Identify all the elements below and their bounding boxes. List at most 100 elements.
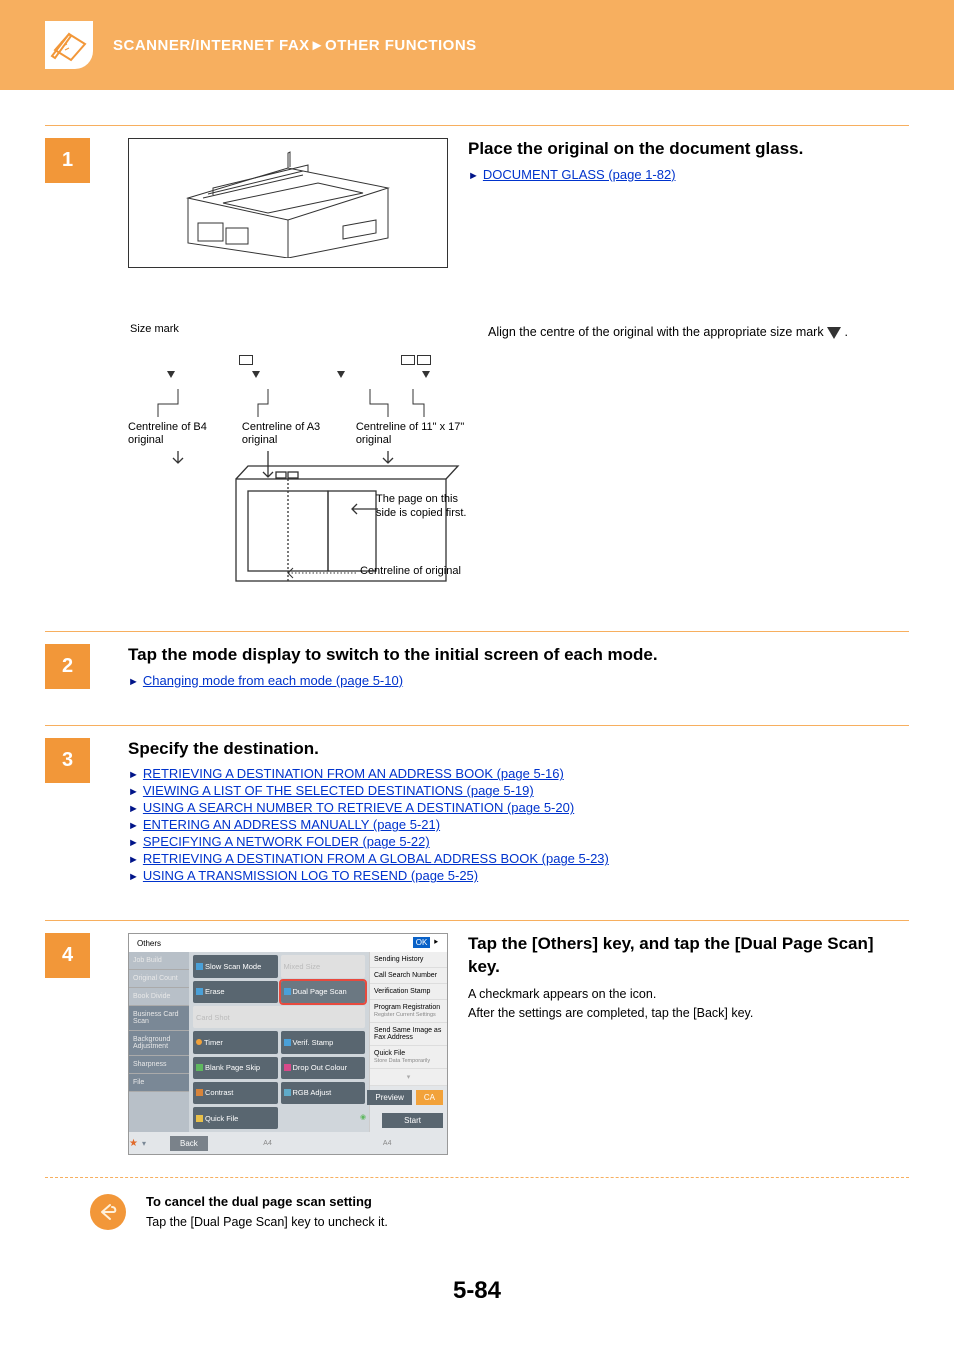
page-number: 5-84: [45, 1277, 909, 1305]
tab-business-card[interactable]: Business Card Scan: [129, 1006, 189, 1031]
paper-a4-2: A4: [327, 1140, 447, 1147]
erase-button[interactable]: Erase: [193, 981, 278, 1003]
left-tabs: Job Build Original Count Book Divide Bus…: [129, 952, 189, 1132]
divider: [45, 125, 909, 126]
step2-title: Tap the mode display to switch to the in…: [128, 644, 909, 667]
quickfile-icon: [196, 1115, 203, 1122]
panel-title: Others: [137, 939, 161, 948]
divider: [45, 631, 909, 632]
globe-icon: ◉: [360, 1113, 366, 1128]
header-bar: SCANNER/INTERNET FAX►OTHER FUNCTIONS: [0, 0, 954, 90]
tab-book-divide[interactable]: Book Divide: [129, 988, 189, 1006]
step3-title: Specify the destination.: [128, 738, 909, 761]
breadcrumb: SCANNER/INTERNET FAX►OTHER FUNCTIONS: [113, 37, 477, 54]
printer-illustration: [128, 138, 448, 268]
step3-link-1[interactable]: VIEWING A LIST OF THE SELECTED DESTINATI…: [143, 783, 534, 798]
paper-a4-1: A4: [208, 1140, 328, 1147]
expand-icon[interactable]: ⯈: [433, 938, 439, 947]
triangle-icon: ►: [128, 871, 139, 883]
triangle-icon: ►: [128, 769, 139, 781]
verification-stamp[interactable]: Verification Stamp: [370, 984, 447, 1000]
step3-link-5[interactable]: RETRIEVING A DESTINATION FROM A GLOBAL A…: [143, 851, 609, 866]
step4-title: Tap the [Others] key, and tap the [Dual …: [468, 933, 909, 979]
divider: [45, 920, 909, 921]
triangle-icon: ►: [128, 820, 139, 832]
mixed-size-button[interactable]: Mixed Size: [281, 955, 366, 977]
tab-original-count[interactable]: Original Count: [129, 970, 189, 988]
step1-title: Place the original on the document glass…: [468, 138, 909, 161]
preview-button[interactable]: Preview: [367, 1090, 411, 1105]
dual-page-icon: [284, 988, 291, 995]
centreline-a3-label: Centreline of A3 original: [242, 421, 354, 447]
triangle-down-icon: [827, 327, 841, 339]
step3-link-4[interactable]: SPECIFYING A NETWORK FOLDER (page 5-22): [143, 834, 430, 849]
step3-link-3[interactable]: ENTERING AN ADDRESS MANUALLY (page 5-21): [143, 817, 440, 832]
tab-background[interactable]: Background Adjustment: [129, 1031, 189, 1056]
doc-icon: [196, 963, 203, 970]
centreline-b4-label: Centreline of B4 original: [128, 421, 240, 447]
start-button[interactable]: Start: [382, 1113, 443, 1128]
triangle-icon: ►: [128, 854, 139, 866]
align-note: Align the centre of the original with th…: [488, 323, 909, 342]
scroll-down-icon[interactable]: ▾: [370, 1069, 447, 1086]
drop-icon: [284, 1064, 291, 1071]
tab-sharpness[interactable]: Sharpness: [129, 1056, 189, 1074]
triangle-icon: ►: [128, 786, 139, 798]
triangle-icon: ►: [468, 170, 479, 182]
action-panel: Sending History Call Search Number Verif…: [369, 952, 447, 1132]
cancel-body: Tap the [Dual Page Scan] key to uncheck …: [146, 1213, 388, 1232]
step-number-1: 1: [45, 138, 90, 183]
card-shot-button[interactable]: Card Shot: [193, 1006, 365, 1028]
tab-job-build[interactable]: Job Build: [129, 952, 189, 970]
quick-file-button[interactable]: Quick File: [193, 1107, 278, 1129]
step4-line1: A checkmark appears on the icon.: [468, 985, 909, 1004]
stamp-icon: [284, 1039, 291, 1046]
timer-icon: [196, 1039, 202, 1045]
rgb-adjust-button[interactable]: RGB Adjust: [281, 1082, 366, 1104]
rgb-icon: [284, 1089, 291, 1096]
quick-file-action[interactable]: Quick FileStore Data Temporarily: [370, 1046, 447, 1069]
step-number-4: 4: [45, 933, 90, 978]
program-registration[interactable]: Program RegistrationRegister Current Set…: [370, 1000, 447, 1023]
back-button[interactable]: Back: [170, 1136, 208, 1151]
page-side-label: The page on this side is copied first.: [376, 493, 468, 519]
scanner-icon: [45, 21, 93, 69]
tab-file[interactable]: File: [129, 1074, 189, 1092]
blank-page-button[interactable]: Blank Page Skip: [193, 1057, 278, 1079]
call-search-number[interactable]: Call Search Number: [370, 968, 447, 984]
step3-link-0[interactable]: RETRIEVING A DESTINATION FROM AN ADDRESS…: [143, 766, 564, 781]
triangle-icon: ►: [128, 837, 139, 849]
step-number-3: 3: [45, 738, 90, 783]
step-number-2: 2: [45, 644, 90, 689]
sending-history[interactable]: Sending History: [370, 952, 447, 968]
contrast-icon: [196, 1089, 203, 1096]
centreline-11x17-label: Centreline of 11" x 17" original: [356, 421, 468, 447]
step3-link-2[interactable]: USING A SEARCH NUMBER TO RETRIEVE A DEST…: [143, 800, 574, 815]
star-icon[interactable]: ★: [129, 1138, 138, 1149]
dashed-divider: [45, 1177, 909, 1178]
verif-stamp-button[interactable]: Verif. Stamp: [281, 1031, 366, 1053]
triangle-icon: ►: [128, 803, 139, 815]
triangle-icon: ►: [128, 676, 139, 688]
ca-button[interactable]: CA: [416, 1090, 443, 1105]
timer-button[interactable]: Timer: [193, 1031, 278, 1053]
send-same-image[interactable]: Send Same Image as Fax Address: [370, 1023, 447, 1046]
chevron-down-icon[interactable]: ▾: [142, 1139, 146, 1148]
contrast-button[interactable]: Contrast: [193, 1082, 278, 1104]
changing-mode-link[interactable]: Changing mode from each mode (page 5-10): [143, 673, 403, 688]
step3-link-6[interactable]: USING A TRANSMISSION LOG TO RESEND (page…: [143, 868, 478, 883]
erase-icon: [196, 988, 203, 995]
ok-button[interactable]: OK: [413, 937, 431, 948]
size-mark-label: Size mark: [130, 323, 179, 336]
back-arrow-icon: [90, 1194, 126, 1230]
others-panel-screenshot: Others OK ⯈ Job Build Original Count Boo…: [128, 933, 448, 1155]
document-glass-link[interactable]: DOCUMENT GLASS (page 1-82): [483, 167, 676, 182]
centreline-original-label: Centreline of original: [360, 565, 461, 578]
blank-icon: [196, 1064, 203, 1071]
glass-diagram: Size mark Centreline: [128, 323, 468, 596]
slow-scan-button[interactable]: Slow Scan Mode: [193, 955, 278, 977]
divider: [45, 725, 909, 726]
step4-line2: After the settings are completed, tap th…: [468, 1004, 909, 1023]
drop-out-colour-button[interactable]: Drop Out Colour: [281, 1057, 366, 1079]
dual-page-scan-button[interactable]: Dual Page Scan: [281, 981, 366, 1003]
